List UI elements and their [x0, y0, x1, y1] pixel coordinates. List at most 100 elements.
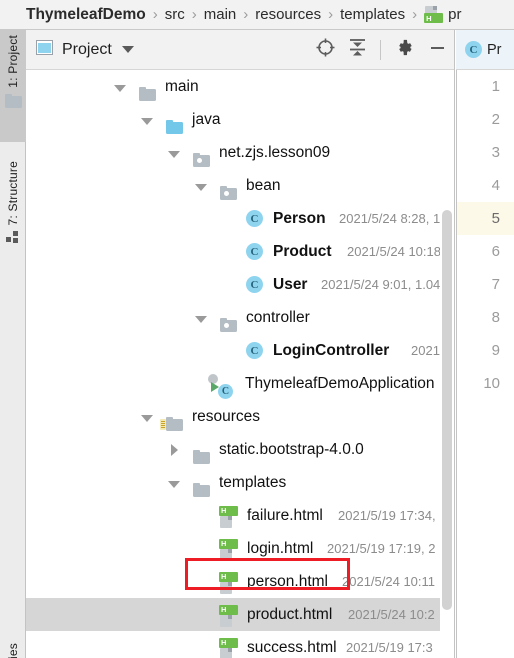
tree-row-resources[interactable]: resources: [26, 400, 454, 433]
scrollbar-thumb[interactable]: [442, 210, 452, 610]
tree-label: LoginController: [273, 341, 390, 359]
html-file-icon: H: [424, 6, 444, 23]
chevron-down-icon[interactable]: [121, 46, 134, 53]
line-number: 2: [491, 111, 500, 128]
chevron-down-icon[interactable]: [195, 315, 207, 323]
line-number: 8: [491, 309, 500, 326]
tree-row-login-html[interactable]: H login.html 2021/5/19 17:19, 2: [26, 532, 454, 565]
editor-left-border: [456, 70, 457, 658]
html-badge-label: H: [219, 637, 238, 648]
editor-gutter[interactable]: 1 2 3 4 5 6 7 8 9 10: [456, 70, 514, 658]
tree-row-logincontroller[interactable]: C LoginController 2021/5/2: [26, 334, 454, 367]
chevron-down-icon[interactable]: [114, 84, 126, 92]
breadcrumb-file-label: pr: [448, 6, 462, 23]
breadcrumb-separator-icon: ›: [328, 6, 334, 23]
breadcrumb-item-main[interactable]: main: [204, 6, 237, 23]
project-tree-scrollbar[interactable]: [440, 70, 454, 658]
tree-row-static-bootstrap[interactable]: static.bootstrap-4.0.0: [26, 433, 454, 466]
ide-window: ThymeleafDemo › src › main › resources ›…: [0, 0, 514, 658]
line-number: 6: [491, 243, 500, 260]
chevron-down-icon[interactable]: [168, 150, 180, 158]
tree-row-failure-html[interactable]: H failure.html 2021/5/19 17:34,: [26, 499, 454, 532]
tree-row-meta: 2021/5/19 17:3: [346, 640, 433, 655]
folder-icon: [4, 93, 22, 113]
tree-label: login.html: [247, 539, 314, 557]
tree-row-templates[interactable]: templates: [26, 466, 454, 499]
tree-row-java[interactable]: java: [26, 103, 454, 136]
line-number-current: 5: [491, 210, 500, 227]
tree-label: bean: [246, 176, 281, 194]
class-icon-letter: C: [465, 41, 482, 58]
project-window-icon: [36, 39, 53, 60]
editor-tab-product[interactable]: C Pr: [456, 30, 514, 70]
chevron-down-icon[interactable]: [141, 414, 153, 422]
breadcrumb-separator-icon: ›: [152, 6, 158, 23]
html-badge-label: H: [219, 505, 238, 516]
html-badge-label: H: [424, 13, 444, 23]
tree-row-product-html[interactable]: H product.html 2021/5/24 10:2: [26, 598, 454, 631]
project-tool-window: Project main java net.zjs.lesson09 bean …: [26, 30, 455, 658]
tool-window-bar-left: 1: Project 7: Structure ies: [0, 30, 26, 658]
tree-label: person.html: [247, 572, 328, 590]
scroll-from-source-icon[interactable]: [316, 38, 335, 62]
line-number: 1: [491, 78, 500, 95]
sidebar-item-structure-label: 7: Structure: [6, 161, 20, 226]
chevron-down-icon[interactable]: [195, 183, 207, 191]
class-icon: C: [246, 210, 263, 227]
class-icon: C: [246, 243, 263, 260]
tree-row-package[interactable]: net.zjs.lesson09: [26, 136, 454, 169]
tree-label: Person: [273, 209, 326, 227]
breadcrumb-item-file[interactable]: H pr: [424, 6, 462, 23]
editor-pane: C Pr 1 2 3 4 5 6 7 8 9 10: [456, 30, 514, 658]
tree-row-success-html[interactable]: H success.html 2021/5/19 17:3: [26, 631, 454, 658]
class-icon: C: [465, 41, 482, 58]
line-number: 4: [491, 177, 500, 194]
breadcrumb-item-resources[interactable]: resources: [255, 6, 321, 23]
class-icon: C: [246, 342, 263, 359]
structure-icon: [6, 231, 20, 249]
chevron-down-icon[interactable]: [168, 480, 180, 488]
tree-row-thymeleafdemoapplication[interactable]: C ThymeleafDemoApplication: [26, 367, 454, 400]
breadcrumb-item-project[interactable]: ThymeleafDemo: [26, 6, 146, 24]
hide-window-icon[interactable]: [428, 38, 447, 62]
tree-row-user[interactable]: C User 2021/5/24 9:01, 1.04: [26, 268, 454, 301]
tree-row-meta: 2021/5/24 10:2: [348, 607, 435, 622]
line-number: 3: [491, 144, 500, 161]
tree-row-person-html[interactable]: H person.html 2021/5/24 10:11: [26, 565, 454, 598]
breadcrumb-item-src[interactable]: src: [165, 6, 185, 23]
class-icon-letter: C: [246, 243, 263, 260]
line-number: 9: [491, 342, 500, 359]
settings-gear-icon[interactable]: [395, 38, 414, 62]
tree-label: Product: [273, 242, 332, 260]
class-icon-letter: C: [246, 210, 263, 227]
sidebar-item-favorites[interactable]: ies: [0, 638, 26, 658]
tree-row-bean[interactable]: bean: [26, 169, 454, 202]
html-badge-label: H: [219, 538, 238, 549]
tree-label: net.zjs.lesson09: [219, 143, 331, 161]
sidebar-item-project[interactable]: 1: Project: [0, 30, 26, 142]
tree-row-controller[interactable]: controller: [26, 301, 454, 334]
tree-row-product-class[interactable]: C Product 2021/5/24 10:18,: [26, 235, 454, 268]
breadcrumb-item-templates[interactable]: templates: [340, 6, 405, 23]
html-badge-label: H: [219, 571, 238, 582]
tree-label: failure.html: [247, 506, 323, 524]
sidebar-item-structure[interactable]: 7: Structure: [0, 156, 26, 284]
tree-row-main[interactable]: main: [26, 70, 454, 103]
tree-row-person[interactable]: C Person 2021/5/24 8:28, 1.2: [26, 202, 454, 235]
html-badge-label: H: [219, 604, 238, 615]
class-icon-letter: C: [246, 342, 263, 359]
tree-label: static.bootstrap-4.0.0: [219, 440, 364, 458]
tree-row-meta: 2021/5/19 17:19, 2: [327, 541, 436, 556]
project-tree[interactable]: main java net.zjs.lesson09 bean C Person…: [26, 70, 454, 658]
sidebar-item-project-label: 1: Project: [6, 35, 20, 88]
breadcrumb: ThymeleafDemo › src › main › resources ›…: [0, 0, 514, 30]
chevron-right-icon[interactable]: [171, 444, 178, 456]
project-panel-toolbar: [316, 30, 447, 70]
line-number: 10: [483, 375, 500, 392]
chevron-down-icon[interactable]: [141, 117, 153, 125]
tree-row-meta: 2021/5/19 17:34,: [338, 508, 436, 523]
collapse-all-icon[interactable]: [349, 38, 366, 62]
breadcrumb-separator-icon: ›: [191, 6, 197, 23]
tree-label: product.html: [247, 605, 333, 623]
tree-row-meta: 2021/5/24 9:01, 1.04: [321, 277, 441, 292]
